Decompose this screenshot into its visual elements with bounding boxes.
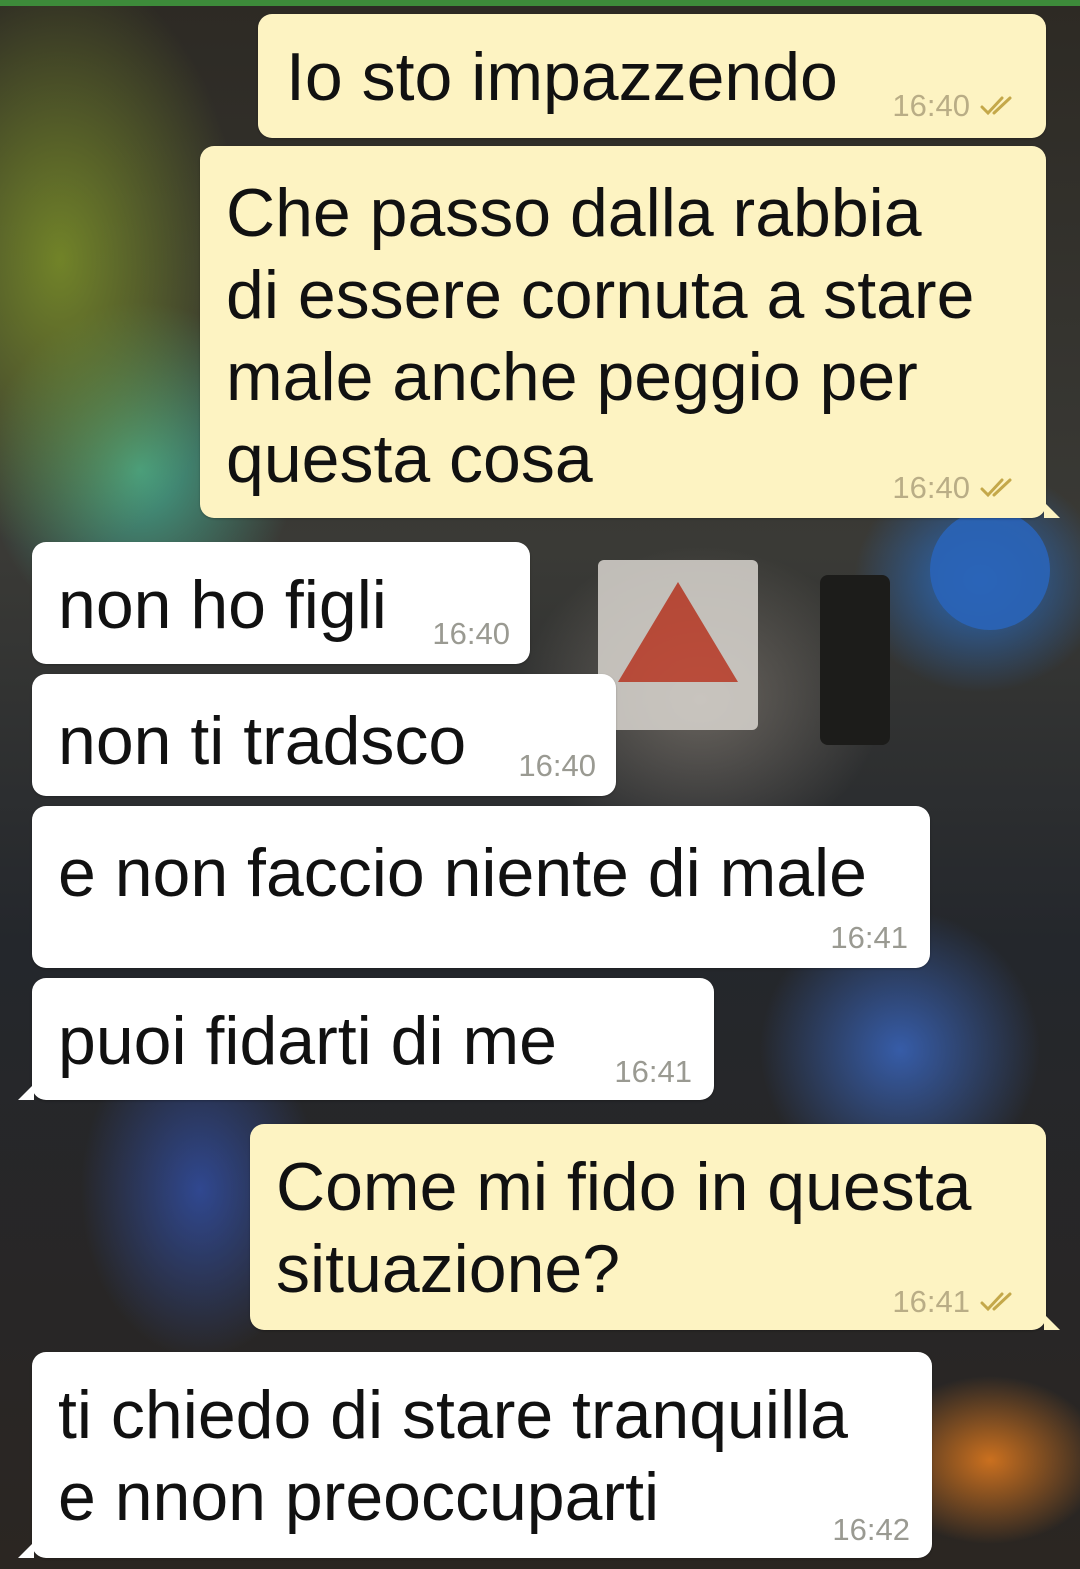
outgoing-message-bubble[interactable]: Che passo dalla rabbia di essere cornuta… xyxy=(200,146,1060,518)
wallpaper-traffic-light xyxy=(820,575,890,745)
message-meta: 16:40 xyxy=(518,748,596,784)
message-text: non ti tradsco xyxy=(58,703,467,779)
wallpaper-pedestrian-sign xyxy=(930,510,1050,630)
message-time: 16:41 xyxy=(830,920,908,955)
message-text: ti chiedo di stare tranquilla e nnon pre… xyxy=(58,1377,849,1535)
message-meta: 16:42 xyxy=(832,1512,910,1548)
message-meta: 16:40 xyxy=(892,88,1024,124)
top-accent-strip xyxy=(0,0,1080,6)
message-meta: 16:41 xyxy=(614,1054,692,1090)
double-check-icon xyxy=(980,96,1012,116)
incoming-message-bubble[interactable]: ti chiedo di stare tranquilla e nnon pre… xyxy=(18,1352,932,1558)
message-text: non ho figli xyxy=(58,567,387,643)
message-text: puoi fidarti di me xyxy=(58,1003,557,1079)
message-time: 16:40 xyxy=(432,616,510,651)
message-time: 16:41 xyxy=(892,1284,970,1319)
message-time: 16:42 xyxy=(832,1512,910,1547)
message-time: 16:41 xyxy=(614,1054,692,1089)
outgoing-message-bubble[interactable]: Io sto impazzendo 16:40 xyxy=(258,14,1046,138)
double-check-icon xyxy=(980,1292,1012,1312)
message-time: 16:40 xyxy=(892,470,970,505)
message-time: 16:40 xyxy=(892,88,970,123)
incoming-message-bubble[interactable]: e non faccio niente di male 16:41 xyxy=(32,806,930,968)
message-text: Io sto impazzendo xyxy=(286,39,838,115)
message-meta: 16:41 xyxy=(892,1284,1024,1320)
double-check-icon xyxy=(980,478,1012,498)
message-meta: 16:40 xyxy=(432,616,510,652)
incoming-message-bubble[interactable]: non ho figli 16:40 xyxy=(32,542,530,664)
message-meta: 16:41 xyxy=(830,920,908,956)
wallpaper-warning-sign xyxy=(598,560,758,730)
message-text: Come mi fido in questa situazione? xyxy=(276,1149,972,1307)
message-text: Che passo dalla rabbia di essere cornuta… xyxy=(226,175,975,497)
incoming-message-bubble[interactable]: puoi fidarti di me 16:41 xyxy=(18,978,714,1100)
outgoing-message-bubble[interactable]: Come mi fido in questa situazione? 16:41 xyxy=(250,1124,1060,1330)
message-text: e non faccio niente di male xyxy=(58,835,867,911)
message-time: 16:40 xyxy=(518,748,596,783)
message-meta: 16:40 xyxy=(892,470,1024,506)
incoming-message-bubble[interactable]: non ti tradsco 16:40 xyxy=(32,674,616,796)
